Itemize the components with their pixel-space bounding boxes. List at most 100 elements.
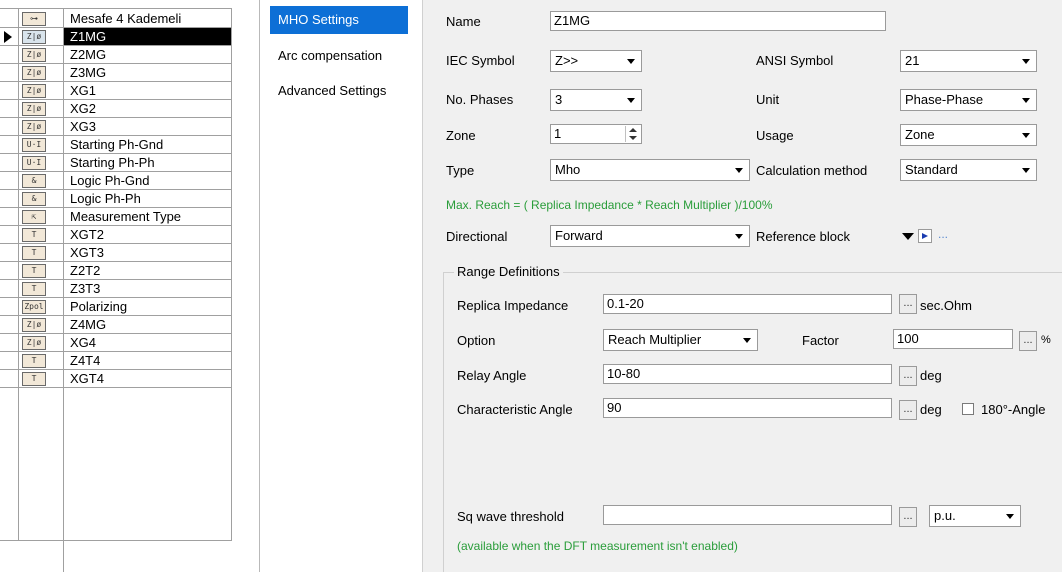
reference-browse-link[interactable]: ...: [938, 227, 948, 241]
block-row[interactable]: T XGT4: [0, 370, 232, 388]
chevron-down-icon: [1002, 508, 1018, 524]
block-list-bottom-border: [0, 540, 232, 541]
factor-label: Factor: [802, 333, 839, 348]
block-row[interactable]: U·I Starting Ph-Ph: [0, 154, 232, 172]
char-angle-browse-button[interactable]: ...: [899, 400, 917, 420]
block-row[interactable]: Z|ø XG3: [0, 118, 232, 136]
block-row[interactable]: Z|ø XG1: [0, 82, 232, 100]
block-row[interactable]: U·I Starting Ph-Gnd: [0, 136, 232, 154]
type-select[interactable]: Mho: [550, 159, 750, 181]
char-angle-label: Characteristic Angle: [457, 402, 573, 417]
directional-select[interactable]: Forward: [550, 225, 750, 247]
ansi-symbol-value: 21: [905, 53, 920, 68]
ansi-symbol-select[interactable]: 21: [900, 50, 1037, 72]
type-label: Type: [446, 163, 475, 178]
sq-wave-field[interactable]: [603, 505, 892, 525]
block-label: Starting Ph-Gnd: [70, 137, 164, 152]
block-row[interactable]: T Z3T3: [0, 280, 232, 298]
block-row[interactable]: Z|ø XG4: [0, 334, 232, 352]
current-row-pointer-icon: [4, 31, 12, 43]
timer-icon: T: [22, 264, 46, 278]
block-row[interactable]: T Z2T2: [0, 262, 232, 280]
nav-arc-compensation[interactable]: Arc compensation: [270, 42, 408, 70]
sq-wave-unit-select[interactable]: p.u.: [929, 505, 1021, 527]
phases-select[interactable]: 3: [550, 89, 642, 111]
block-label: XG1: [70, 83, 97, 98]
timer-icon: T: [22, 354, 46, 368]
option-select[interactable]: Reach Multiplier: [603, 329, 758, 351]
relay-angle-unit: deg: [920, 368, 942, 383]
block-row[interactable]: Z|ø Z3MG: [0, 64, 232, 82]
usage-select[interactable]: Zone: [900, 124, 1037, 146]
block-row[interactable]: Z|ø XG2: [0, 100, 232, 118]
nav-mho-settings[interactable]: MHO Settings: [270, 6, 408, 34]
settings-nav: MHO Settings Arc compensation Advanced S…: [260, 0, 423, 572]
block-row[interactable]: & Logic Ph-Gnd: [0, 172, 232, 190]
reference-block-label: Reference block: [756, 229, 850, 244]
block-label: XG3: [70, 119, 97, 134]
range-definitions-group: [443, 272, 1062, 572]
reach-formula: Max. Reach = ( Replica Impedance * Reach…: [446, 198, 773, 212]
measurement-icon: ⇱: [22, 210, 46, 224]
block-label: Starting Ph-Ph: [70, 155, 155, 170]
angle-180-checkbox[interactable]: [962, 403, 974, 415]
mho-zone-icon: Z|ø: [22, 48, 46, 62]
block-row[interactable]: ⊶ Mesafe 4 Kademeli: [0, 10, 232, 28]
char-angle-field[interactable]: 90: [603, 398, 892, 418]
dft-note: (available when the DFT measurement isn'…: [457, 539, 738, 553]
range-definitions-title: Range Definitions: [454, 264, 563, 279]
block-list: ⊶ Mesafe 4 Kademeli Z|ø Z1MG Z|ø Z2MG Z|ø Z3MG Z…: [0, 0, 260, 572]
chevron-down-icon: [1018, 162, 1034, 178]
zone-value: 1: [554, 126, 562, 141]
replica-impedance-field[interactable]: 0.1-20: [603, 294, 892, 314]
sq-wave-label: Sq wave threshold: [457, 509, 564, 524]
reference-dropdown-icon[interactable]: [902, 233, 914, 240]
relay-angle-field[interactable]: 10-80: [603, 364, 892, 384]
mho-zone-icon: Z|ø: [22, 66, 46, 80]
usage-label: Usage: [756, 128, 794, 143]
block-row[interactable]: Z|ø Z2MG: [0, 46, 232, 64]
sq-wave-browse-button[interactable]: ...: [899, 507, 917, 527]
calc-method-select[interactable]: Standard: [900, 159, 1037, 181]
mho-settings-form: Name Z1MG IEC Symbol Z>> ANSI Symbol 21 …: [423, 0, 1062, 572]
block-row[interactable]: Z|ø Z4MG: [0, 316, 232, 334]
factor-browse-button[interactable]: ...: [1019, 331, 1037, 351]
row-divider: [0, 387, 232, 388]
logic-icon: &: [22, 174, 46, 188]
timer-icon: T: [22, 372, 46, 386]
spinner-arrows-icon[interactable]: [625, 126, 640, 142]
sq-wave-unit-value: p.u.: [934, 508, 956, 523]
zone-stepper[interactable]: 1: [550, 124, 642, 144]
block-label: XG2: [70, 101, 97, 116]
replica-unit: sec.Ohm: [920, 298, 973, 313]
factor-field[interactable]: 100: [893, 329, 1013, 349]
block-row[interactable]: & Logic Ph-Ph: [0, 190, 232, 208]
phases-label: No. Phases: [446, 92, 514, 107]
unit-select[interactable]: Phase-Phase: [900, 89, 1037, 111]
mho-zone-icon: Z|ø: [22, 84, 46, 98]
block-row[interactable]: ⇱ Measurement Type: [0, 208, 232, 226]
relay-angle-browse-button[interactable]: ...: [899, 366, 917, 386]
calc-method-value: Standard: [905, 162, 958, 177]
block-row[interactable]: Zpol Polarizing: [0, 298, 232, 316]
name-label: Name: [446, 14, 481, 29]
chevron-down-icon: [623, 92, 639, 108]
block-row[interactable]: T XGT3: [0, 244, 232, 262]
phases-value: 3: [555, 92, 563, 107]
type-value: Mho: [555, 162, 581, 177]
chevron-down-icon: [623, 53, 639, 69]
directional-value: Forward: [555, 228, 603, 243]
mho-zone-icon: Z|ø: [22, 120, 46, 134]
unit-label: Unit: [756, 92, 780, 107]
iec-symbol-select[interactable]: Z>>: [550, 50, 642, 72]
block-row[interactable]: T XGT2: [0, 226, 232, 244]
option-value: Reach Multiplier: [608, 332, 702, 347]
name-field[interactable]: Z1MG: [550, 11, 886, 31]
nav-advanced-settings[interactable]: Advanced Settings: [270, 77, 408, 105]
block-label: Z2T2: [70, 263, 101, 278]
zone-label: Zone: [446, 128, 476, 143]
block-row[interactable]: Z|ø Z1MG: [0, 28, 232, 46]
block-row[interactable]: T Z4T4: [0, 352, 232, 370]
replica-browse-button[interactable]: ...: [899, 294, 917, 314]
go-to-reference-icon[interactable]: [918, 229, 932, 243]
